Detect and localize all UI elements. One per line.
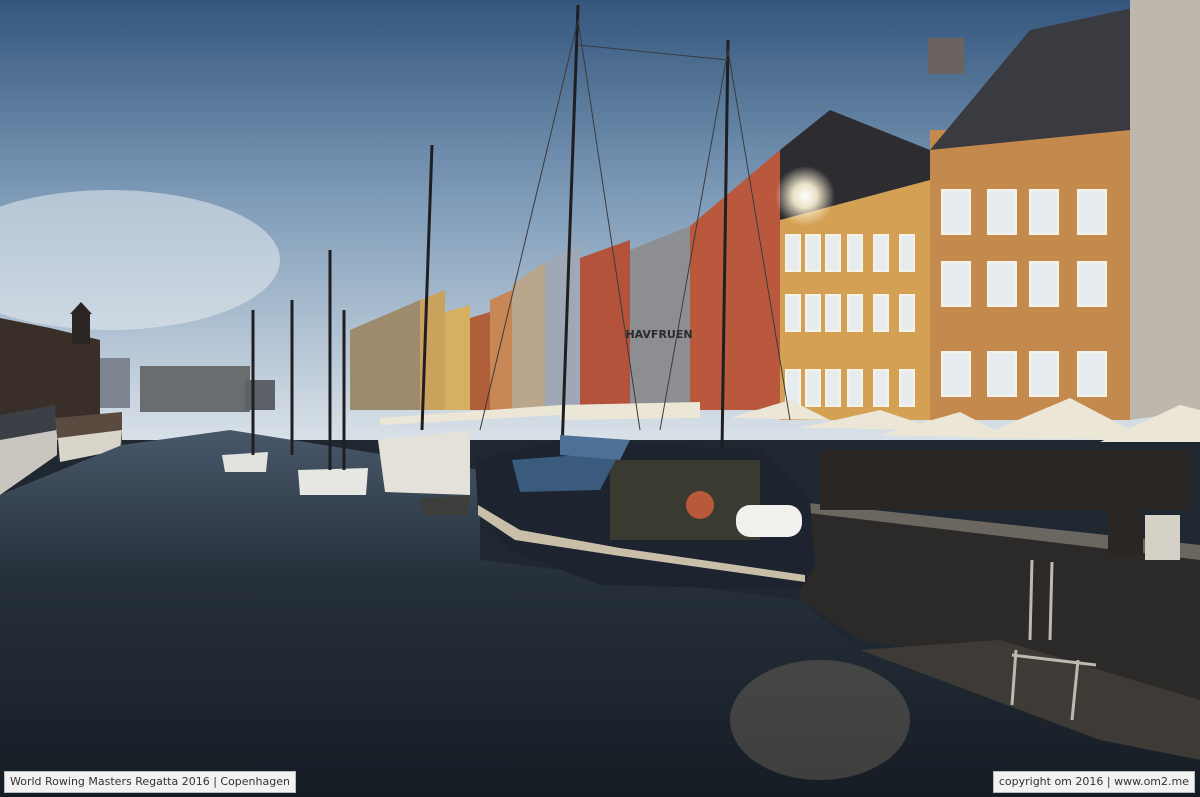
water-reflection <box>730 660 910 780</box>
window <box>1029 351 1059 397</box>
caption-left: World Rowing Masters Regatta 2016 | Cope… <box>4 771 296 793</box>
sun-reflection <box>775 166 835 226</box>
caption-right: copyright om 2016 | www.om2.me <box>992 771 1195 793</box>
window <box>847 234 863 272</box>
window <box>899 234 915 272</box>
havfruen-sign: HAVFRUEN <box>625 328 692 341</box>
window <box>899 369 915 407</box>
window <box>941 261 971 307</box>
window <box>899 294 915 332</box>
window <box>941 189 971 235</box>
nyhavn-harbour-illustration: HAVFRUEN <box>0 0 1200 797</box>
window <box>1077 189 1107 235</box>
window <box>825 369 841 407</box>
window <box>1077 351 1107 397</box>
window <box>847 369 863 407</box>
window <box>873 234 889 272</box>
photo-scene: HAVFRUEN World Rowing Masters Regatta 20… <box>0 0 1200 797</box>
window <box>785 234 801 272</box>
window <box>1029 261 1059 307</box>
window <box>987 351 1017 397</box>
window <box>873 369 889 407</box>
window <box>987 261 1017 307</box>
window <box>987 189 1017 235</box>
window <box>785 294 801 332</box>
window <box>825 294 841 332</box>
window <box>1029 189 1059 235</box>
window <box>873 294 889 332</box>
window <box>805 294 821 332</box>
window <box>805 234 821 272</box>
window <box>805 369 821 407</box>
window <box>847 294 863 332</box>
window <box>1077 261 1107 307</box>
distant-buildings <box>100 358 275 412</box>
window <box>941 351 971 397</box>
window <box>825 234 841 272</box>
